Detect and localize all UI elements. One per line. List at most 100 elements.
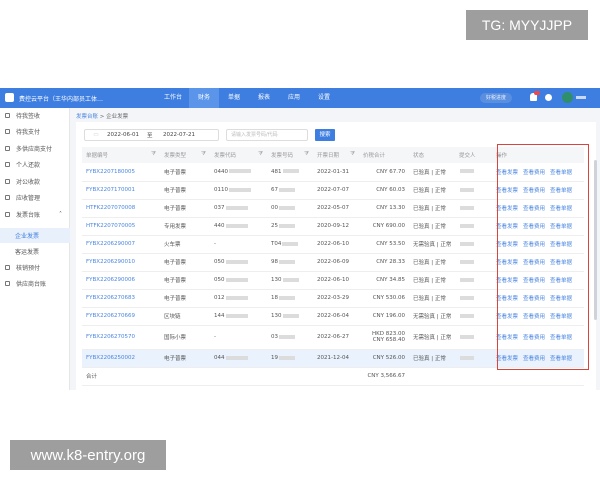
menu-icon: [5, 281, 10, 286]
start-date[interactable]: 2022-06-01: [107, 132, 147, 138]
invoice-date: 2020-09-12: [313, 217, 359, 236]
nav-documents[interactable]: 单据: [219, 88, 249, 108]
amount: CNY 28.33: [359, 253, 409, 272]
amount: CNY 530.06: [359, 289, 409, 308]
sidebar-item[interactable]: 核销预付: [0, 260, 70, 275]
doc-number[interactable]: FYBX2207180005: [82, 163, 160, 182]
invoice-number: 18: [267, 289, 313, 308]
sidebar-item-label: 待我支付: [16, 129, 41, 136]
sidebar-item[interactable]: 待我支付: [0, 124, 70, 139]
doc-number[interactable]: FYBX2206270570: [82, 325, 160, 350]
nav-settings[interactable]: 设置: [309, 88, 339, 108]
highlight-box: [497, 144, 589, 370]
column-header-label: 单据编号: [86, 153, 109, 159]
column-header[interactable]: 价税合计: [359, 147, 409, 163]
invoice-number: T04: [267, 235, 313, 254]
invoice-number: 130: [267, 271, 313, 290]
menu-icon: [5, 179, 10, 184]
filter-icon[interactable]: ⧩: [201, 151, 206, 158]
doc-number[interactable]: HTFK2207070005: [82, 217, 160, 236]
menu-icon: [5, 113, 10, 118]
status: 已验真 | 正常: [409, 349, 455, 368]
filter-icon[interactable]: ⧩: [350, 151, 355, 158]
date-range-picker[interactable]: ▭ 2022-06-01 至 2022-07-21: [84, 129, 219, 141]
sidebar-item[interactable]: 应收管理: [0, 190, 70, 205]
doc-number[interactable]: FYBX2207170001: [82, 181, 160, 200]
logo-icon: [5, 93, 14, 102]
invoice-type: 电子普票: [160, 289, 210, 308]
submitter: [455, 307, 492, 326]
sidebar-item[interactable]: 发票台账 ˄: [0, 207, 70, 222]
breadcrumb-parent[interactable]: 发票台账: [76, 114, 98, 120]
invoice-type: 区块链: [160, 307, 210, 326]
column-header-label: 开票日期: [317, 153, 340, 159]
invoice-number: 25: [267, 217, 313, 236]
invoice-code: -: [210, 235, 267, 254]
sidebar-item[interactable]: 企业发票: [0, 228, 70, 243]
invoice-number: 03: [267, 325, 313, 350]
doc-number[interactable]: FYBX2206290006: [82, 271, 160, 290]
invoice-type: 电子普票: [160, 271, 210, 290]
submitter: [455, 349, 492, 368]
status: 已验真 | 正常: [409, 199, 455, 218]
watermark-top: TG: MYYJJPP: [466, 10, 588, 40]
nav-finance[interactable]: 财务: [189, 88, 219, 108]
column-header[interactable]: 发票号码 ⧩: [267, 147, 313, 163]
nav-apps[interactable]: 应用: [279, 88, 309, 108]
nav-reports[interactable]: 报表: [249, 88, 279, 108]
menu-icon: [5, 212, 10, 217]
doc-number[interactable]: FYBX2206250002: [82, 349, 160, 368]
invoice-number: 130: [267, 307, 313, 326]
date-separator: 至: [147, 133, 153, 139]
filter-icon[interactable]: ⧩: [304, 151, 309, 158]
amount: CNY 53.50: [359, 235, 409, 254]
filter-icon[interactable]: ⧩: [151, 151, 156, 158]
status: 已验真 | 正常: [409, 217, 455, 236]
doc-number[interactable]: FYBX2206270683: [82, 289, 160, 308]
column-header[interactable]: 发票类型 ⧩: [160, 147, 210, 163]
sidebar-item[interactable]: 待我签收: [0, 108, 70, 123]
progress-button[interactable]: 好税进度: [480, 93, 512, 103]
column-header[interactable]: 提交人: [455, 147, 492, 163]
menu-icon: [5, 195, 10, 200]
sidebar-item[interactable]: 供应商台账: [0, 276, 70, 291]
help-icon[interactable]: [545, 94, 552, 101]
avatar[interactable]: [562, 92, 573, 103]
filter-icon[interactable]: ⧩: [258, 151, 263, 158]
invoice-date: 2022-07-07: [313, 181, 359, 200]
search-input[interactable]: 请输入发票号码/代码: [226, 129, 308, 141]
menu-icon: [5, 146, 10, 151]
column-header-label: 提交人: [459, 153, 476, 159]
doc-number[interactable]: FYBX2206290007: [82, 235, 160, 254]
total-label: 合计: [82, 367, 160, 386]
doc-number[interactable]: FYBX2206270669: [82, 307, 160, 326]
column-header[interactable]: 单据编号 ⧩: [82, 147, 160, 163]
total-amount: CNY 3,566.67: [359, 367, 409, 386]
status: 已验真 | 正常: [409, 163, 455, 182]
status: 无需验真 | 正常: [409, 307, 455, 326]
doc-number[interactable]: FYBX2206290010: [82, 253, 160, 272]
nav-workbench[interactable]: 工作台: [158, 88, 188, 108]
invoice-code: 044: [210, 349, 267, 368]
sidebar-item-label: 个人还款: [16, 162, 41, 169]
user-name[interactable]: [576, 96, 586, 99]
sidebar-item[interactable]: 多供应商支付: [0, 141, 70, 156]
column-header[interactable]: 发票代码 ⧩: [210, 147, 267, 163]
invoice-date: 2022-06-10: [313, 271, 359, 290]
invoice-date: 2022-06-27: [313, 325, 359, 350]
watermark-bottom: www.k8-entry.org: [10, 440, 166, 470]
sidebar-item[interactable]: 对公收款: [0, 174, 70, 189]
sidebar-item[interactable]: 个人还款: [0, 157, 70, 172]
app-title[interactable]: 费控云平台（王华内部员工体…: [19, 94, 103, 103]
column-header-label: 状态: [413, 153, 425, 159]
doc-number[interactable]: HTFK2207070008: [82, 199, 160, 218]
sidebar-item-label: 对公收款: [16, 179, 41, 186]
invoice-date: 2021-12-04: [313, 349, 359, 368]
sidebar-item[interactable]: 客运发票: [0, 244, 70, 259]
scrollbar[interactable]: [594, 160, 597, 320]
column-header[interactable]: 开票日期 ⧩: [313, 147, 359, 163]
invoice-date: 2022-06-10: [313, 235, 359, 254]
column-header[interactable]: 状态: [409, 147, 455, 163]
end-date[interactable]: 2022-07-21: [163, 132, 195, 138]
search-button[interactable]: 搜索: [315, 129, 335, 141]
